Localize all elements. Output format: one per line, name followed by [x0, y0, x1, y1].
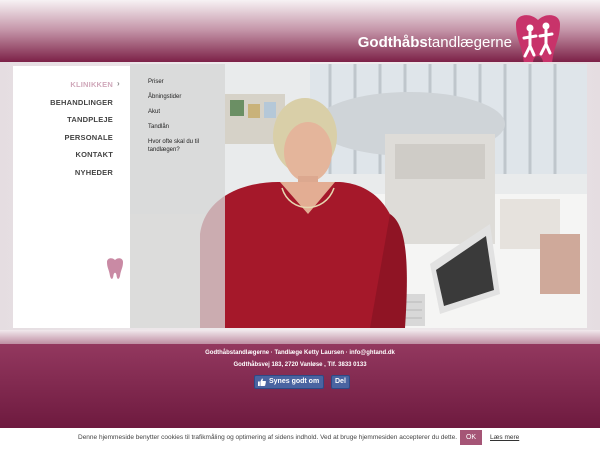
tooth-logo-small-icon: [107, 258, 123, 279]
submenu-item-akut[interactable]: Akut: [148, 108, 220, 116]
submenu-item-tandlaan[interactable]: Tandlån: [148, 123, 220, 131]
nav-item-nyheder[interactable]: NYHEDER: [13, 168, 113, 177]
footer-contact-line: Godthåbstandlægerne · Tandlæge Ketty Lau…: [205, 350, 395, 356]
facebook-share-button[interactable]: Del: [331, 375, 350, 389]
submenu-item-priser[interactable]: Priser: [148, 78, 220, 86]
brand-name[interactable]: Godthåbstandlægerne: [358, 34, 512, 51]
submenu-item-aabningstider[interactable]: Åbningstider: [148, 93, 220, 101]
nav-item-personale[interactable]: PERSONALE: [13, 133, 113, 142]
cookie-read-more-link[interactable]: Læs mere: [490, 434, 519, 441]
nav-item-klinikken[interactable]: KLINIKKEN ›: [13, 79, 119, 89]
chevron-right-icon: ›: [117, 79, 120, 88]
nav-item-tandpleje[interactable]: TANDPLEJE: [13, 115, 113, 124]
nav-item-behandlinger[interactable]: BEHANDLINGER: [13, 98, 113, 107]
cookie-notice-text: Denne hjemmeside benytter cookies til tr…: [78, 434, 458, 441]
submenu-item-hvor-ofte[interactable]: Hvor ofte skal du til tandlægen?: [148, 138, 220, 154]
facebook-thumb-icon: [258, 378, 266, 386]
nav-item-kontakt[interactable]: KONTAKT: [13, 150, 113, 159]
facebook-like-button[interactable]: Synes godt om: [254, 375, 325, 389]
cookie-ok-button[interactable]: OK: [460, 430, 482, 445]
submenu-panel: [130, 64, 225, 328]
divider-band: [0, 330, 600, 344]
main-navigation: KLINIKKEN › BEHANDLINGER TANDPLEJE PERSON…: [13, 66, 130, 328]
facebook-like-label: Synes godt om: [269, 378, 320, 385]
footer-address-line: Godthåbsvej 183, 2720 Vanløse , Tlf. 383…: [233, 362, 367, 368]
